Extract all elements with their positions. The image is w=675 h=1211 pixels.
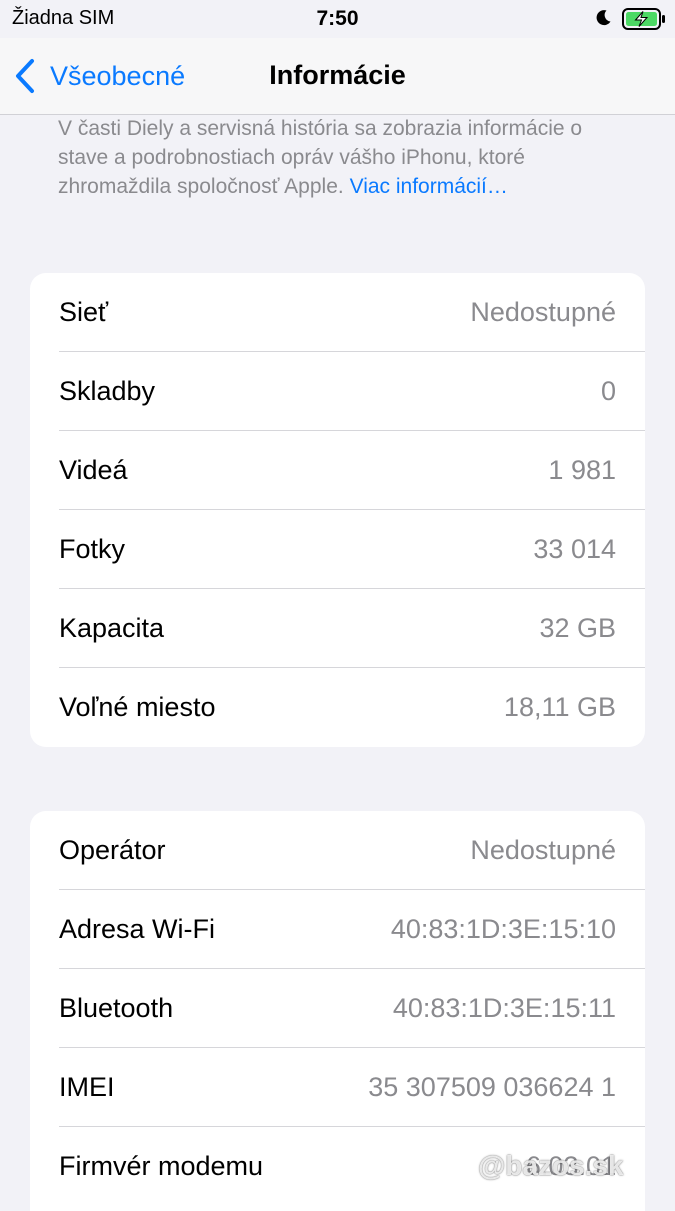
row-value: 35 307509 036624 1 [368,1072,616,1102]
row-value: 40:83:1D:3E:15:11 [392,993,616,1023]
row-label: Fotky [59,534,126,564]
row-bluetooth: Bluetooth 40:83:1D:3E:15:11 [30,969,645,1048]
row-label: Videá [59,455,128,485]
status-bar: Žiadna SIM 7:50 [0,0,675,38]
row-label: Sieť [59,297,109,327]
row-value: Nedostupné [470,297,616,327]
row-label: Voľné miesto [59,692,216,722]
row-value: 32 GB [539,613,616,643]
row-label: IMEI [59,1072,115,1102]
battery-charging-icon [622,8,665,30]
row-network: Sieť Nedostupné [30,273,645,352]
more-info-link[interactable]: Viac informácií… [350,175,508,198]
row-carrier: Operátor Nedostupné [30,811,645,890]
row-label: Bluetooth [59,993,174,1023]
row-label: Firmvér modemu [59,1151,264,1181]
row-label: Operátor [59,835,166,865]
row-available: Voľné miesto 18,11 GB [30,668,645,747]
moon-icon [596,10,611,26]
page-title: Informácie [269,60,406,90]
row-imei: IMEI 35 307509 036624 1 [30,1048,645,1127]
row-label: Adresa Wi-Fi [59,914,216,944]
row-label: Skladby [59,376,156,406]
row-songs: Skladby 0 [30,352,645,431]
status-time: 7:50 [316,7,359,30]
media-storage-group: Sieť Nedostupné Skladby 0 Videá 1 981 Fo… [30,273,645,747]
watermark: @bazos.sk [478,1150,624,1181]
row-value: 0 [600,376,616,406]
row-value: 33 014 [533,534,616,564]
row-value: 40:83:1D:3E:15:10 [390,914,616,944]
row-wifi-address: Adresa Wi-Fi 40:83:1D:3E:15:10 [30,890,645,969]
row-value: Nedostupné [470,835,616,865]
row-videos: Videá 1 981 [30,431,645,510]
row-label: Kapacita [59,613,165,643]
row-value: 18,11 GB [503,692,616,722]
row-capacity: Kapacita 32 GB [30,589,645,668]
row-photos: Fotky 33 014 [30,510,645,589]
navigation-bar: Všeobecné Informácie [0,38,675,115]
row-value: 1 981 [548,455,616,485]
parts-history-info: V časti Diely a servisná história sa zob… [58,114,618,201]
